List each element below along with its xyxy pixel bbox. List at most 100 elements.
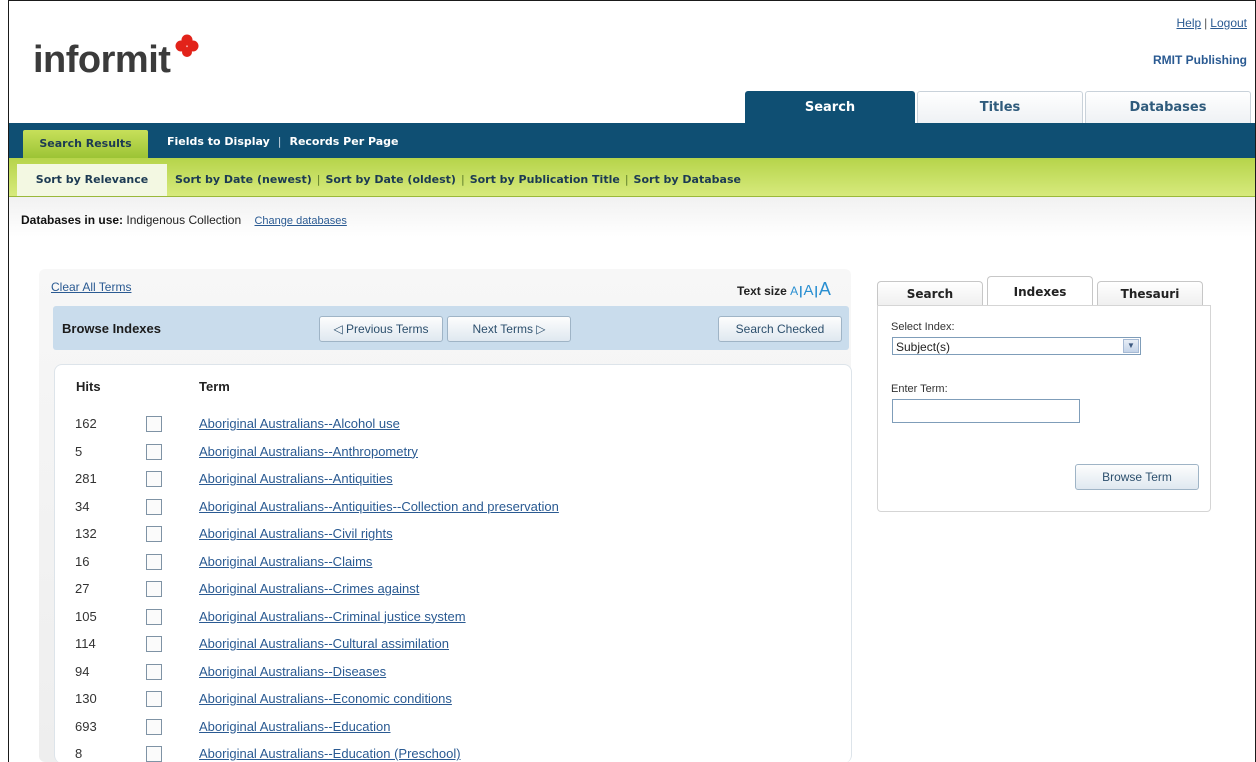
text-size-label: Text size xyxy=(737,284,787,298)
nav-search-results[interactable]: Search Results xyxy=(23,130,148,158)
select-index-dropdown[interactable]: Subject(s) ▼ xyxy=(892,337,1141,355)
row-checkbox[interactable] xyxy=(146,718,162,735)
next-terms-button[interactable]: Next Terms ▷ xyxy=(447,316,571,342)
sort-by-publication-title[interactable]: Sort by Publication Title xyxy=(470,173,620,186)
row-hits: 105 xyxy=(75,608,97,624)
sort-by-date-newest[interactable]: Sort by Date (newest) xyxy=(175,173,312,186)
row-term-link[interactable]: Aboriginal Australians--Claims xyxy=(199,554,372,569)
row-hits: 34 xyxy=(75,498,90,514)
row-checkbox[interactable] xyxy=(146,746,162,762)
column-header-hits: Hits xyxy=(76,379,101,394)
row-checkbox[interactable] xyxy=(146,526,162,542)
row-term-link[interactable]: Aboriginal Australians--Civil rights xyxy=(199,526,393,541)
tab-search[interactable]: Search xyxy=(745,91,915,124)
row-checkbox[interactable] xyxy=(146,663,162,680)
select-index-value: Subject(s) xyxy=(896,340,951,354)
row-hits: 693 xyxy=(75,718,97,734)
table-row: 162 Aboriginal Australians--Alcohol use xyxy=(9,416,809,440)
text-size-small[interactable]: A xyxy=(790,284,798,298)
table-row: 27 Aboriginal Australians--Crimes against xyxy=(9,581,809,605)
row-term-link[interactable]: Aboriginal Australians--Antiquities--Col… xyxy=(199,499,559,514)
row-hits: 5 xyxy=(75,443,83,459)
browse-term-button[interactable]: Browse Term xyxy=(1075,464,1199,490)
row-hits: 132 xyxy=(75,526,97,541)
row-hits: 162 xyxy=(75,416,97,431)
column-header-term: Term xyxy=(199,379,230,394)
row-hits: 281 xyxy=(75,471,97,486)
row-term-link[interactable]: Aboriginal Australians--Education (Presc… xyxy=(199,746,461,761)
row-checkbox[interactable] xyxy=(146,608,162,625)
row-checkbox[interactable] xyxy=(146,636,162,652)
tab-titles[interactable]: Titles xyxy=(917,91,1083,124)
sort-by-relevance[interactable]: Sort by Relevance xyxy=(17,164,167,196)
table-row: 5 Aboriginal Australians--Anthropometry xyxy=(9,443,809,468)
databases-label: Databases in use: xyxy=(21,213,124,227)
row-term-link[interactable]: Aboriginal Australians--Diseases xyxy=(199,664,386,679)
text-size-large[interactable]: A xyxy=(819,279,831,299)
previous-terms-button[interactable]: ◁ Previous Terms xyxy=(319,316,443,342)
row-checkbox[interactable] xyxy=(146,498,162,515)
row-term-link[interactable]: Aboriginal Australians--Alcohol use xyxy=(199,416,400,431)
row-hits: 8 xyxy=(75,746,83,761)
separator: | xyxy=(1204,16,1208,30)
nav-links: Fields to Display | Records Per Page xyxy=(167,135,399,148)
sort-links: Sort by Date (newest) | Sort by Date (olde… xyxy=(175,173,741,186)
text-size-medium[interactable]: A xyxy=(804,282,814,299)
help-link[interactable]: Help xyxy=(1176,16,1201,30)
logo-flower-icon xyxy=(175,34,199,57)
table-row: 105 Aboriginal Australians--Criminal just… xyxy=(9,608,809,633)
sort-bar: Sort by Relevance Sort by Date (newest) |… xyxy=(9,158,1255,197)
side-tab-thesauri[interactable]: Thesauri xyxy=(1097,281,1203,307)
nav-records-per-page[interactable]: Records Per Page xyxy=(289,135,398,148)
row-term-link[interactable]: Aboriginal Australians--Criminal justice… xyxy=(199,609,466,624)
databases-value: Indigenous Collection xyxy=(126,213,242,227)
row-checkbox[interactable] xyxy=(146,581,162,597)
row-hits: 16 xyxy=(75,553,90,569)
table-row: 130 Aboriginal Australians--Economic cond… xyxy=(9,691,809,715)
side-tab-indexes[interactable]: Indexes xyxy=(987,276,1093,307)
row-hits: 27 xyxy=(75,581,90,596)
select-index-label: Select Index: xyxy=(891,321,955,333)
search-checked-button[interactable]: Search Checked xyxy=(718,316,842,342)
nav-fields-to-display[interactable]: Fields to Display xyxy=(167,135,270,148)
enter-term-input[interactable] xyxy=(892,399,1080,423)
table-row: 132 Aboriginal Australians--Civil rights xyxy=(9,526,809,550)
sort-by-date-oldest[interactable]: Sort by Date (oldest) xyxy=(325,173,456,186)
results-nav-bar: Search Results Fields to Display | Records… xyxy=(9,123,1255,158)
publisher-name: RMIT Publishing xyxy=(1153,53,1247,67)
row-checkbox[interactable] xyxy=(146,471,162,487)
row-term-link[interactable]: Aboriginal Australians--Economic conditi… xyxy=(199,691,452,706)
row-checkbox[interactable] xyxy=(146,416,162,432)
table-row: 8 Aboriginal Australians--Education (Pres… xyxy=(9,746,809,762)
table-row: 34 Aboriginal Australians--Antiquities--C… xyxy=(9,498,809,523)
table-row: 94 Aboriginal Australians--Diseases xyxy=(9,663,809,688)
change-databases-link[interactable]: Change databases xyxy=(254,215,346,227)
browse-indexes-title: Browse Indexes xyxy=(62,321,161,336)
enter-term-label: Enter Term: xyxy=(891,383,948,395)
table-row: 693 Aboriginal Australians--Education xyxy=(9,718,809,743)
sort-by-database[interactable]: Sort by Database xyxy=(634,173,741,186)
table-row: 114 Aboriginal Australians--Cultural assi… xyxy=(9,636,809,660)
logout-link[interactable]: Logout xyxy=(1210,16,1247,30)
row-hits: 114 xyxy=(75,636,96,651)
top-links: Help | Logout xyxy=(1176,16,1247,30)
row-term-link[interactable]: Aboriginal Australians--Anthropometry xyxy=(199,444,418,459)
row-checkbox[interactable] xyxy=(146,443,162,460)
text-size-control: Text size A|A|A xyxy=(737,279,831,299)
row-term-link[interactable]: Aboriginal Australians--Antiquities xyxy=(199,471,393,486)
tab-databases[interactable]: Databases xyxy=(1085,91,1251,124)
row-term-link[interactable]: Aboriginal Australians--Crimes against xyxy=(199,581,419,596)
side-tab-search[interactable]: Search xyxy=(877,281,983,307)
dropdown-arrow-icon[interactable]: ▼ xyxy=(1123,339,1139,353)
row-term-link[interactable]: Aboriginal Australians--Cultural assimil… xyxy=(199,636,449,651)
row-hits: 130 xyxy=(75,691,97,706)
page-frame: informit Help | Logout RMIT Publishing Sea… xyxy=(8,0,1256,762)
row-term-link[interactable]: Aboriginal Australians--Education xyxy=(199,719,391,734)
row-hits: 94 xyxy=(75,663,90,679)
table-row: 281 Aboriginal Australians--Antiquities xyxy=(9,471,809,495)
informit-logo[interactable]: informit xyxy=(33,39,171,82)
clear-all-terms-link[interactable]: Clear All Terms xyxy=(51,280,131,294)
row-checkbox[interactable] xyxy=(146,691,162,707)
row-checkbox[interactable] xyxy=(146,553,162,570)
table-row: 16 Aboriginal Australians--Claims xyxy=(9,553,809,578)
